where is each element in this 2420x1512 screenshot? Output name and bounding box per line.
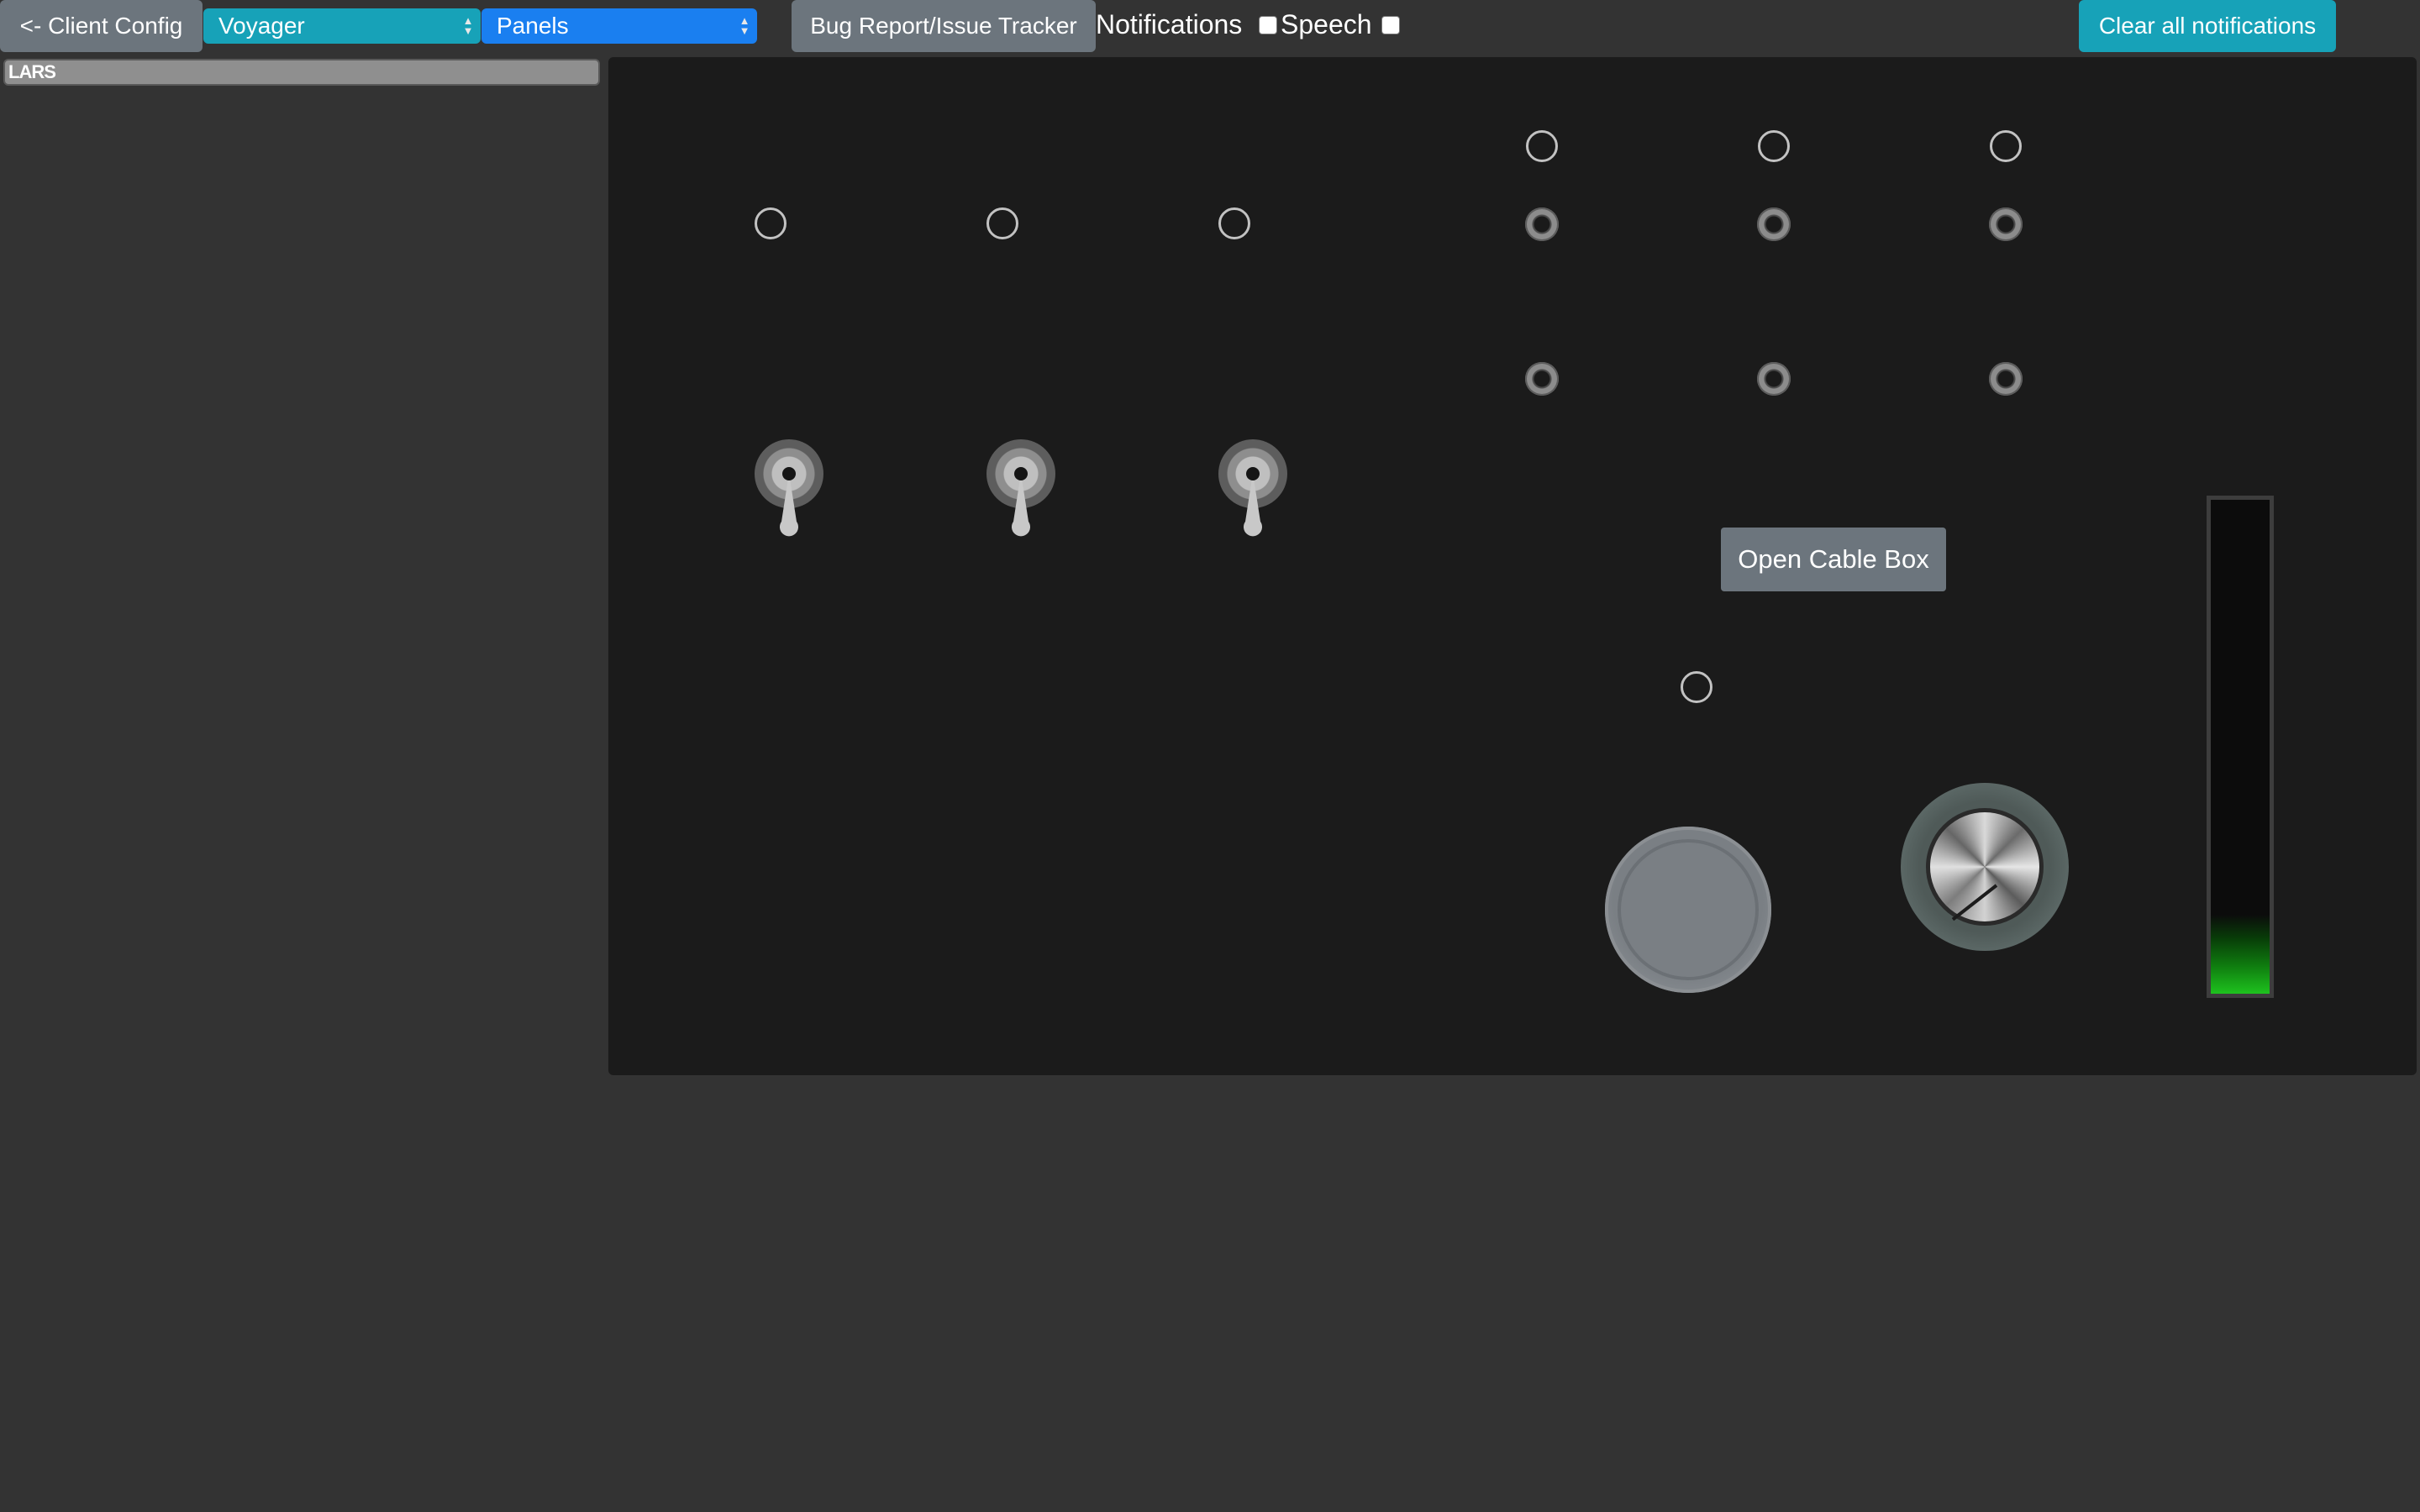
- level-meter: [2207, 496, 2274, 998]
- push-button-ring: [1618, 839, 1759, 980]
- indicator-light: [1218, 207, 1250, 239]
- cable-jack[interactable]: [1757, 362, 1791, 396]
- simulator-select-value: Voyager: [218, 13, 305, 39]
- toggle-pivot: [782, 467, 796, 480]
- toggle-lever-icon: [780, 473, 798, 537]
- notifications-label: Notifications: [1096, 8, 1243, 39]
- push-button[interactable]: [1605, 827, 1771, 993]
- open-cable-box-button[interactable]: Open Cable Box: [1721, 528, 1946, 591]
- toggle-switch[interactable]: [986, 439, 1055, 549]
- toggle-pivot: [1246, 467, 1260, 480]
- notifications-checkbox[interactable]: [1259, 16, 1277, 34]
- rotary-knob[interactable]: [1901, 783, 2069, 951]
- toggle-switch[interactable]: [755, 439, 823, 549]
- speech-label: Speech: [1281, 8, 1372, 39]
- level-meter-fill: [2211, 914, 2270, 994]
- view-select[interactable]: Panels ▲ ▼: [481, 8, 757, 44]
- toggle-lever-icon: [1244, 473, 1262, 537]
- cable-jack[interactable]: [1525, 207, 1559, 241]
- simulator-select[interactable]: Voyager ▲ ▼: [203, 8, 481, 44]
- clear-notifications-button[interactable]: Clear all notifications: [2079, 0, 2336, 52]
- toggle-switch[interactable]: [1218, 439, 1287, 549]
- control-panel: Open Cable Box: [608, 57, 2417, 1075]
- client-config-back-button[interactable]: <- Client Config: [0, 0, 203, 52]
- view-select-value: Panels: [497, 13, 569, 39]
- cable-jack[interactable]: [1989, 207, 2023, 241]
- indicator-light: [1758, 130, 1790, 162]
- select-arrows-icon: ▲ ▼: [462, 14, 474, 37]
- indicator-light: [1526, 130, 1558, 162]
- indicator-light: [1681, 671, 1712, 703]
- toggle-pivot: [1014, 467, 1028, 480]
- cable-jack[interactable]: [1525, 362, 1559, 396]
- cable-jack[interactable]: [1757, 207, 1791, 241]
- bug-report-button[interactable]: Bug Report/Issue Tracker: [792, 0, 1096, 52]
- speech-checkbox[interactable]: [1381, 16, 1400, 34]
- toggle-lever-icon: [1012, 473, 1030, 537]
- select-arrows-icon: ▲ ▼: [739, 14, 750, 37]
- sidebar-item-label: LARS: [8, 61, 56, 82]
- cable-jack[interactable]: [1989, 362, 2023, 396]
- top-toolbar: <- Client Config Voyager ▲ ▼ Panels ▲ ▼ Bu…: [0, 0, 2420, 55]
- indicator-light: [755, 207, 786, 239]
- sidebar-item-lars[interactable]: LARS: [3, 59, 600, 86]
- indicator-light: [1990, 130, 2022, 162]
- indicator-light: [986, 207, 1018, 239]
- knob-cap: [1926, 808, 2044, 926]
